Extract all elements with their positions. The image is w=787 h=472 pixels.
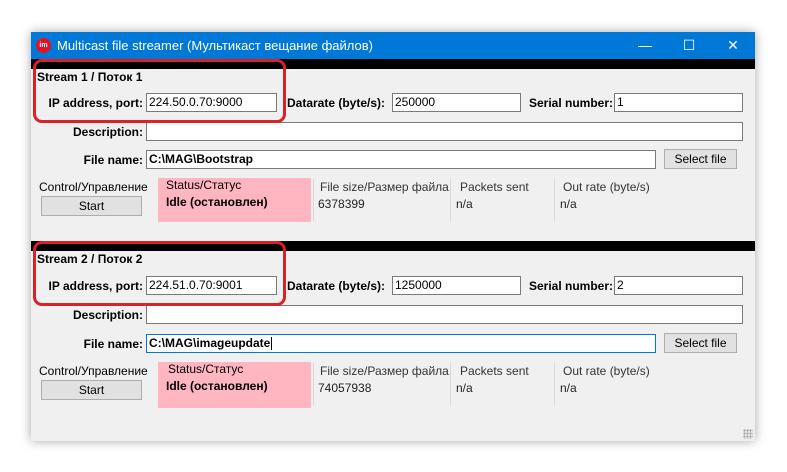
close-button[interactable]: ✕ [711, 32, 755, 59]
select-file-button[interactable]: Select file [664, 333, 737, 353]
packets-label: Packets sent [460, 180, 529, 194]
outrate-value: n/a [560, 381, 577, 395]
serial-label: Serial number: [529, 279, 614, 293]
filesize-value: 74057938 [318, 381, 372, 395]
description-input[interactable] [146, 305, 743, 324]
datarate-label: Datarate (byte/s): [287, 96, 386, 110]
column-divider [450, 179, 451, 221]
outrate-label: Out rate (byte/s) [563, 180, 650, 194]
packets-value: n/a [456, 381, 473, 395]
filesize-value: 6378399 [318, 197, 365, 211]
description-input[interactable] [146, 122, 743, 141]
column-divider [313, 363, 314, 405]
description-label: Description: [72, 125, 143, 139]
status-label: Status/Статус [166, 178, 242, 192]
filesize-label: File size/Размер файла [320, 180, 449, 194]
column-divider [313, 179, 314, 221]
app-icon: im [36, 38, 51, 53]
filename-label: File name: [83, 153, 143, 167]
column-divider [450, 363, 451, 405]
outrate-label: Out rate (byte/s) [563, 364, 650, 378]
status-panel: Status/Статус Idle (остановлен) [158, 178, 311, 222]
filename-value: C:\MAG\imageupdate [149, 336, 271, 350]
description-label: Description: [72, 308, 143, 322]
status-panel: Status/Статус Idle (остановлен) [158, 362, 311, 408]
datarate-input[interactable]: 1250000 [392, 276, 521, 295]
start-button[interactable]: Start [41, 196, 142, 216]
datarate-input[interactable]: 250000 [392, 93, 521, 112]
packets-label: Packets sent [460, 364, 529, 378]
serial-number-input[interactable]: 2 [614, 276, 743, 295]
highlight-stream-1-ip [33, 59, 286, 123]
filename-input[interactable]: C:\MAG\imageupdate [146, 334, 656, 353]
column-divider [554, 363, 555, 405]
control-label: Control/Управление [39, 364, 148, 378]
serial-label: Serial number: [529, 96, 614, 110]
start-button[interactable]: Start [41, 380, 142, 400]
status-value: Idle (остановлен) [166, 195, 268, 209]
select-file-button[interactable]: Select file [664, 149, 737, 169]
text-caret [271, 337, 273, 351]
window-title: Multicast file streamer (Мультикаст веща… [57, 38, 373, 53]
status-label: Status/Статус [168, 362, 244, 376]
serial-number-input[interactable]: 1 [614, 93, 743, 112]
filename-label: File name: [83, 337, 143, 351]
minimize-button[interactable]: — [623, 32, 667, 59]
control-label: Control/Управление [39, 180, 148, 194]
outrate-value: n/a [560, 197, 577, 211]
filesize-label: File size/Размер файла [320, 364, 449, 378]
status-value: Idle (остановлен) [166, 379, 268, 393]
highlight-stream-2-ip [33, 241, 286, 306]
maximize-button[interactable]: ☐ [667, 32, 711, 59]
packets-value: n/a [456, 197, 473, 211]
filename-input[interactable]: C:\MAG\Bootstrap [146, 150, 656, 169]
datarate-label: Datarate (byte/s): [287, 279, 386, 293]
title-bar[interactable]: im Multicast file streamer (Мультикаст в… [31, 32, 755, 59]
column-divider [554, 179, 555, 221]
resize-grip[interactable] [743, 429, 753, 439]
